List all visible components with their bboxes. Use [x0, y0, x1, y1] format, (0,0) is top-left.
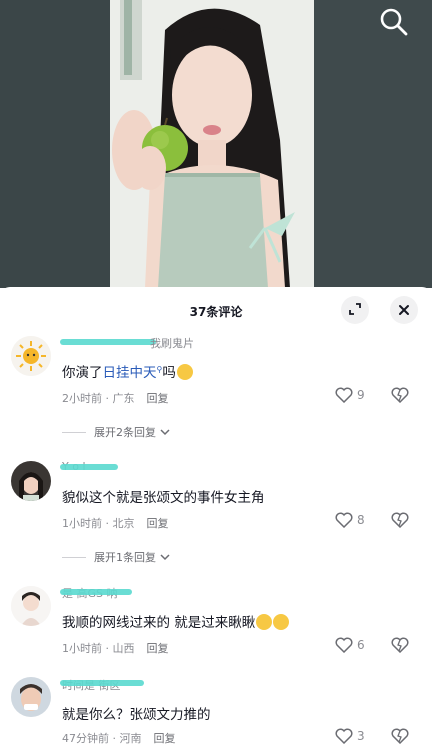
like-button[interactable]: 6	[335, 637, 365, 653]
like-count: 6	[357, 638, 365, 652]
redaction-mark	[60, 464, 118, 470]
comment-location: 北京	[112, 517, 135, 530]
reply-button[interactable]: 回复	[154, 732, 176, 745]
comment-location: 河南	[119, 732, 142, 745]
redaction-mark	[60, 680, 144, 686]
expand-replies-button[interactable]: 展开1条回复	[62, 549, 170, 565]
heart-icon	[335, 387, 353, 403]
heart-icon	[335, 512, 353, 528]
comment-location: 山西	[112, 642, 135, 655]
divider-line	[62, 556, 86, 558]
reply-button[interactable]: 回复	[147, 517, 169, 530]
comment-location: 广东	[112, 392, 135, 405]
expand-replies-label: 展开1条回复	[94, 551, 156, 564]
like-count: 9	[357, 388, 365, 402]
comment-text: 貌似这个就是张颂文的事件女主角	[62, 490, 265, 506]
comment-time: 1小时前	[62, 517, 102, 530]
reply-button[interactable]: 回复	[147, 642, 169, 655]
dislike-button[interactable]	[391, 728, 409, 748]
avatar[interactable]	[11, 336, 51, 376]
comment-time: 1小时前	[62, 642, 102, 655]
expand-icon	[348, 301, 362, 320]
broken-heart-icon	[391, 387, 409, 404]
comment-meta: 1小时前 · 山西 回复	[62, 642, 169, 655]
chevron-down-icon	[160, 551, 170, 564]
expand-button[interactable]	[341, 296, 369, 324]
comment-text: 我顺的网线过来的 就是过来瞅瞅	[62, 611, 290, 631]
comment-text: 就是你么？张颂文力推的	[62, 707, 211, 723]
video-backdrop-left	[0, 0, 110, 288]
comment-time: 2小时前	[62, 392, 102, 405]
avatar[interactable]	[11, 677, 51, 717]
broken-heart-icon	[391, 637, 409, 654]
search-keyword-link[interactable]: 日挂中天	[103, 365, 157, 381]
comment-username[interactable]: 我刷鬼片	[150, 335, 194, 351]
laughing-emoji-icon	[273, 614, 290, 630]
like-count: 8	[357, 513, 365, 527]
dislike-button[interactable]	[391, 387, 409, 407]
grinning-emoji-icon	[176, 364, 193, 380]
avatar[interactable]	[11, 461, 51, 501]
comments-sheet: 37条评论 我刷鬼片 你演了日挂中天⚲吗 2小时前 · 广东 回复 9 展开2条…	[0, 287, 432, 746]
expand-replies-button[interactable]: 展开2条回复	[62, 424, 170, 440]
comment-time: 47分钟前	[62, 732, 109, 745]
laughing-emoji-icon	[256, 614, 273, 630]
video-frame-image	[110, 0, 314, 288]
chevron-down-icon	[160, 426, 170, 439]
comment-text: 你演了日挂中天⚲吗	[62, 361, 193, 381]
avatar[interactable]	[11, 586, 51, 626]
expand-replies-label: 展开2条回复	[94, 426, 156, 439]
broken-heart-icon	[391, 728, 409, 745]
redaction-mark	[60, 589, 132, 595]
heart-icon	[335, 637, 353, 653]
close-icon	[398, 301, 410, 320]
comment-text-suffix: 吗	[162, 365, 176, 381]
video-preview[interactable]	[0, 0, 432, 288]
comment-meta: 1小时前 · 北京 回复	[62, 517, 169, 530]
dislike-button[interactable]	[391, 512, 409, 532]
redaction-mark	[60, 339, 156, 345]
broken-heart-icon	[391, 512, 409, 529]
search-icon[interactable]	[378, 6, 410, 38]
like-button[interactable]: 9	[335, 387, 365, 403]
like-button[interactable]: 3	[335, 728, 365, 744]
comment-meta: 47分钟前 · 河南 回复	[62, 732, 176, 745]
comment-meta: 2小时前 · 广东 回复	[62, 392, 169, 405]
dislike-button[interactable]	[391, 637, 409, 657]
close-button[interactable]	[390, 296, 418, 324]
like-count: 3	[357, 729, 365, 743]
comment-text-body: 我顺的网线过来的 就是过来瞅瞅	[62, 615, 256, 631]
divider-line	[62, 431, 86, 433]
video-backdrop-right	[314, 0, 432, 288]
comment-text-prefix: 你演了	[62, 365, 103, 381]
like-button[interactable]: 8	[335, 512, 365, 528]
heart-icon	[335, 728, 353, 744]
reply-button[interactable]: 回复	[147, 392, 169, 405]
